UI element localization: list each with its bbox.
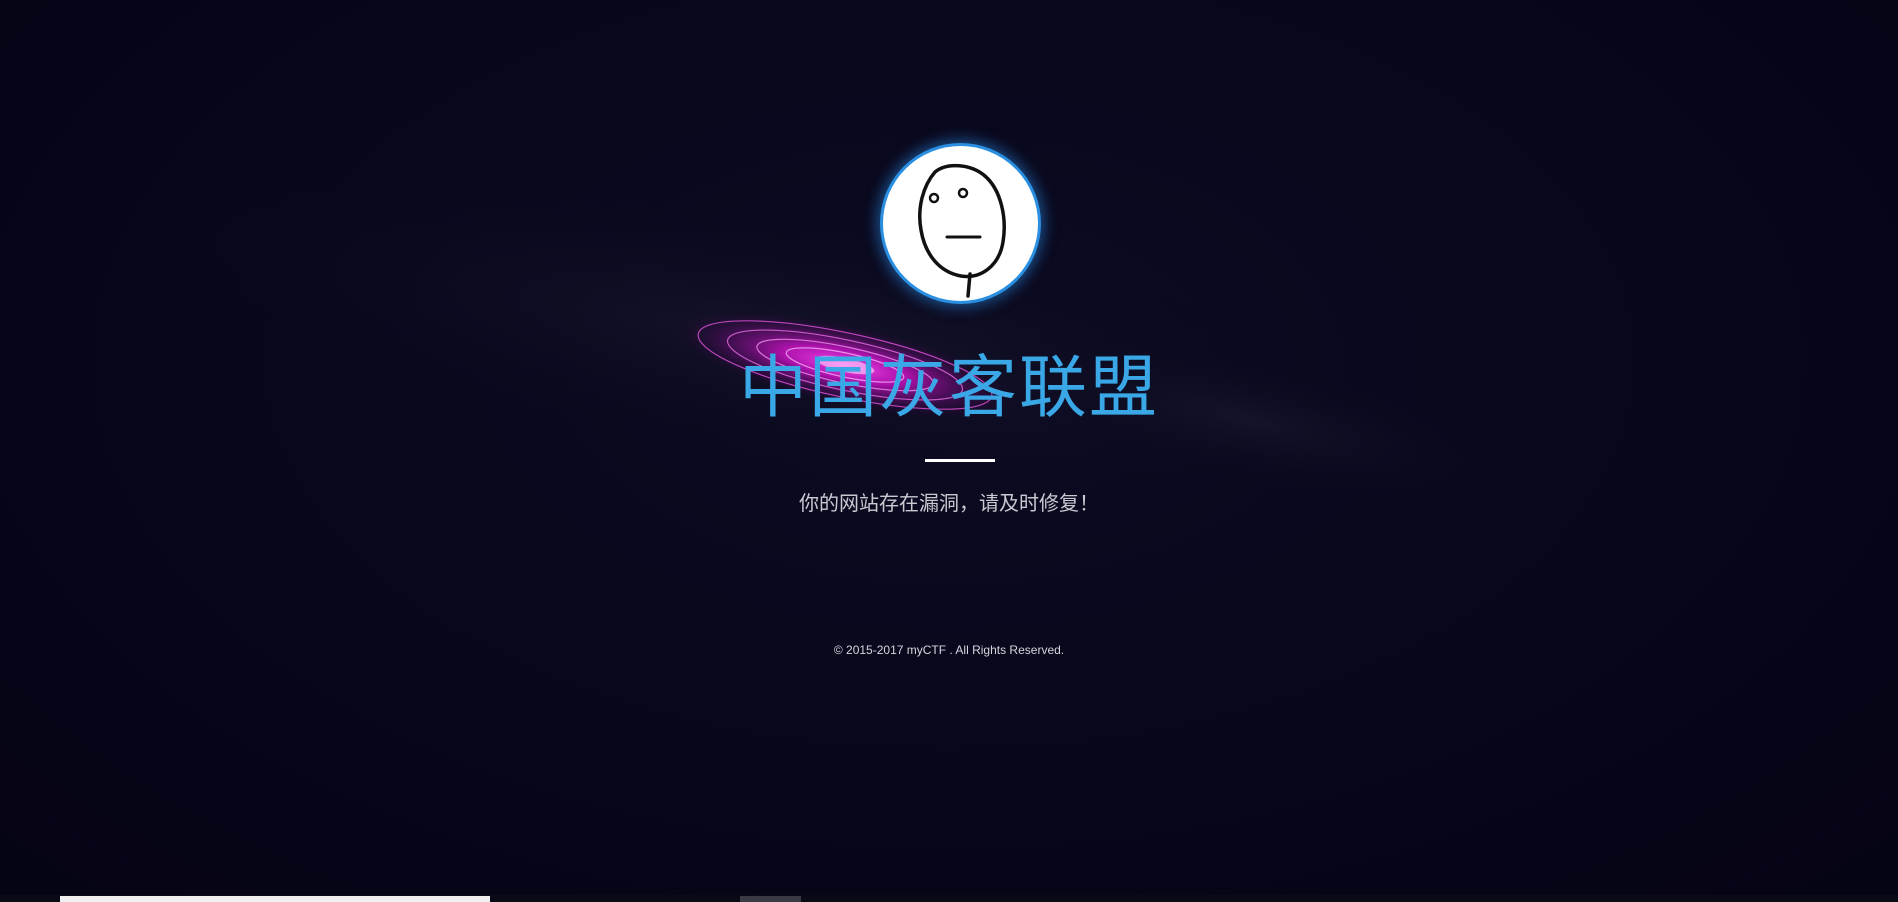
scrollbar-thumb[interactable] — [740, 896, 801, 902]
title-divider — [925, 459, 995, 462]
galaxy-background — [70, 153, 1544, 527]
page-title: 中国灰客联盟 — [738, 349, 1159, 428]
scrollbar-segment[interactable] — [60, 896, 490, 902]
avatar — [880, 143, 1041, 304]
warning-message: 你的网站存在漏洞，请及时修复！ — [799, 491, 1099, 515]
page: 中国灰客联盟 你的网站存在漏洞，请及时修复！ © 2015-2017 myCTF… — [0, 0, 1898, 902]
poker-face-meme-icon — [918, 163, 1006, 298]
copyright-text: © 2015-2017 myCTF . All Rights Reserved. — [833, 643, 1065, 657]
